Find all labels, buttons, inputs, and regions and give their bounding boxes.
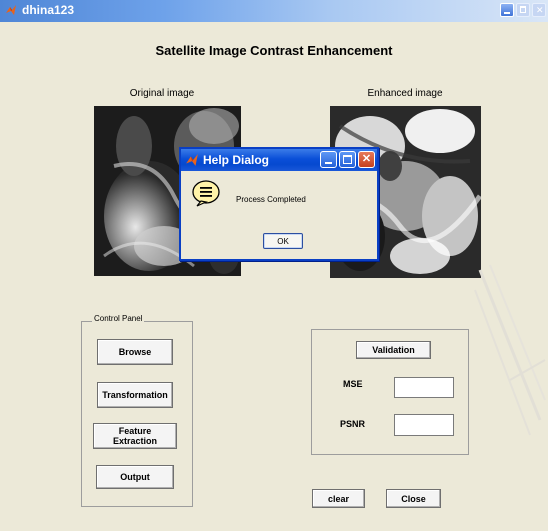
app-heading: Satellite Image Contrast Enhancement: [155, 43, 393, 58]
dialog-minimize-button[interactable]: [320, 151, 337, 168]
validation-button[interactable]: Validation: [356, 341, 431, 359]
clear-button[interactable]: clear: [312, 489, 365, 508]
minimize-button[interactable]: [500, 3, 514, 17]
maximize-button[interactable]: [516, 3, 530, 17]
ok-button[interactable]: OK: [263, 233, 303, 249]
control-panel-title: Control Panel: [92, 314, 145, 323]
close-app-button[interactable]: Close: [386, 489, 441, 508]
dialog-titlebar[interactable]: Help Dialog ✕: [181, 149, 377, 171]
browse-button[interactable]: Browse: [97, 339, 173, 365]
dialog-message: Process Completed: [236, 195, 306, 204]
close-button[interactable]: ✕: [532, 3, 546, 17]
matlab-logo-icon: [186, 154, 198, 166]
output-button[interactable]: Output: [96, 465, 174, 489]
window-titlebar[interactable]: dhina123 ✕: [0, 0, 548, 22]
dialog-close-button[interactable]: ✕: [358, 151, 375, 168]
psnr-field[interactable]: [394, 414, 454, 436]
transformation-button[interactable]: Transformation: [97, 382, 173, 408]
help-speech-bubble-icon: [192, 180, 220, 207]
watermark-graphic: [474, 264, 546, 436]
feature-extraction-button[interactable]: Feature Extraction: [93, 423, 177, 449]
minimize-icon: [325, 162, 332, 164]
original-image-label: Original image: [129, 88, 195, 99]
dialog-maximize-button[interactable]: [339, 151, 356, 168]
close-icon: ✕: [361, 153, 372, 165]
maximize-icon: [343, 155, 352, 164]
close-icon: ✕: [536, 5, 544, 15]
main-window: dhina123 ✕ Satellite Image Contrast Enha…: [0, 0, 548, 531]
window-title: dhina123: [22, 3, 75, 17]
dialog-title: Help Dialog: [203, 153, 270, 167]
matlab-logo-icon: [6, 5, 16, 15]
enhanced-image-label: Enhanced image: [367, 88, 443, 99]
mse-field[interactable]: [394, 377, 454, 398]
mse-label: MSE: [343, 379, 363, 389]
psnr-label: PSNR: [340, 419, 366, 429]
help-dialog: Help Dialog ✕ Process Completed OK: [179, 147, 379, 261]
minimize-icon: [504, 12, 510, 14]
maximize-icon: [520, 6, 526, 13]
